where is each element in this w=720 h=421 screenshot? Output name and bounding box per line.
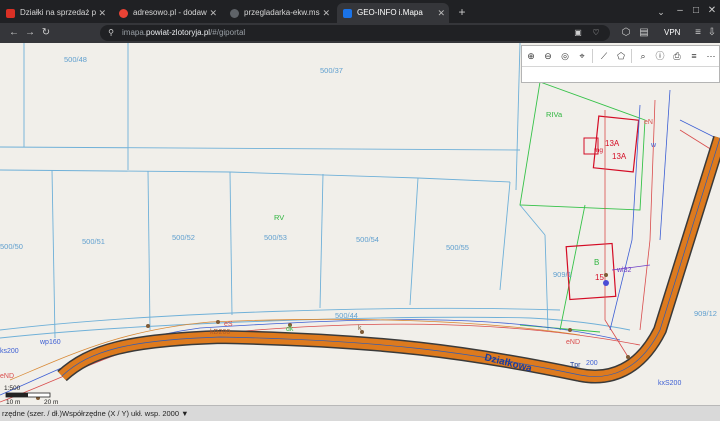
reload-icon[interactable]: ↻ [38, 25, 54, 41]
utility-label: 200 [586, 360, 598, 367]
map-background [0, 43, 720, 420]
browser-toolbar: ← → ↻ ⚲ imapa.powiat-zlotoryja.pl/#/gipo… [0, 23, 720, 43]
tab-dzialki[interactable]: Działki na sprzedaż powiat złot ✕ [0, 3, 110, 23]
bookmark-icon[interactable]: ♡ [588, 25, 604, 41]
building-code: mg [594, 147, 603, 154]
utility-label: k [358, 325, 362, 332]
browser-tab-bar: Działki na sprzedaż powiat złot ✕ adreso… [0, 0, 720, 23]
close-tab-icon[interactable]: ✕ [209, 3, 217, 23]
maximize-icon[interactable]: □ [688, 3, 704, 19]
tab-adresowo[interactable]: adresowo.pl - dodawanie bezpł ✕ [113, 3, 221, 23]
url-text: imapa.powiat-zlotoryja.pl/#/giportal [122, 28, 246, 37]
parcel-label[interactable]: 500/37 [320, 66, 343, 75]
parcel-label[interactable]: 909/12 [694, 309, 717, 318]
toolbar-separator [592, 49, 593, 63]
utility-label: wl32 [616, 267, 632, 274]
toolbar-separator [631, 49, 632, 63]
utility-label: eND [0, 373, 14, 380]
utility-label: eND [566, 339, 580, 346]
layers-icon[interactable]: ≡ [687, 49, 701, 63]
utility-label: dk [286, 326, 294, 333]
map-toolbar: ⊕ ⊖ ◎ ⌖ ⟋ ⬠ ⌕ ⓘ ⎙ ≡ ⋯ [521, 45, 720, 83]
close-tab-icon[interactable]: ✕ [322, 3, 330, 23]
download-icon[interactable]: ⇩ [704, 25, 720, 41]
utility-label: wp160 [39, 339, 61, 346]
vpn-badge[interactable]: VPN [664, 25, 680, 41]
parcel-label[interactable]: 909/1 [553, 270, 572, 279]
print-icon[interactable]: ⎙ [670, 49, 684, 63]
street-suffix-label: Tpr [570, 362, 581, 369]
zoom-in-icon[interactable]: ⊕ [524, 49, 538, 63]
info-icon[interactable]: ⓘ [653, 49, 667, 63]
map-canvas[interactable]: 500/48 500/37 500/50 500/51 500/52 500/5… [0, 43, 720, 420]
parcel-label[interactable]: 500/51 [82, 237, 105, 246]
building-number: 13A [605, 139, 620, 148]
parcel-label[interactable]: 500/48 [64, 55, 87, 64]
measure-line-icon[interactable]: ⟋ [597, 49, 611, 63]
address-bar[interactable]: ⚲ imapa.powiat-zlotoryja.pl/#/giportal ▣… [100, 25, 610, 41]
back-icon[interactable]: ← [6, 25, 22, 41]
utility-label: ks200 [0, 348, 19, 355]
measure-area-icon[interactable]: ⬠ [614, 49, 628, 63]
landuse-label: RV [274, 213, 284, 222]
scale-ratio: 1:500 [4, 385, 21, 392]
utility-label: w [650, 142, 657, 149]
close-tab-icon[interactable]: ✕ [98, 3, 106, 23]
parcel-label[interactable]: 500/53 [264, 233, 287, 242]
minimize-icon[interactable]: – [672, 3, 688, 19]
screenshot-icon[interactable]: ▣ [570, 25, 586, 41]
parcel-label[interactable]: 500/50 [0, 242, 23, 251]
forward-icon[interactable]: → [22, 25, 38, 41]
parcel-label[interactable]: 500/55 [446, 243, 469, 252]
parcel-label[interactable]: 500/52 [172, 233, 195, 242]
extensions-icon[interactable]: ⬡ [618, 25, 634, 41]
building-number: 15 [595, 273, 604, 282]
parcel-label[interactable]: 500/54 [356, 235, 379, 244]
building-label: B [594, 258, 599, 267]
building-label: 13A [612, 152, 627, 161]
landuse-label: RIVa [546, 110, 563, 119]
close-tab-icon[interactable]: ✕ [437, 3, 445, 23]
tab-search-icon[interactable]: ⌄ [654, 5, 668, 19]
site-info-icon[interactable]: ⚲ [103, 25, 119, 41]
tab-ekw[interactable]: przegladarka-ekw.ms.gov.pl/eu ✕ [224, 3, 334, 23]
map-status-bar: rzędne (szer. / dł.) Współrzędne (X / Y)… [0, 405, 720, 421]
wallet-icon[interactable]: ▤ [636, 25, 652, 41]
favicon-icon [6, 9, 15, 18]
coordinate-system-dropdown[interactable]: Współrzędne (X / Y) ukł. wsp. 2000 ▼ [62, 406, 189, 421]
favicon-icon [343, 9, 352, 18]
coords-label: rzędne (szer. / dł.) [2, 409, 63, 418]
parcel-label[interactable]: 500/44 [335, 311, 358, 320]
tab-geo-info[interactable]: GEO-INFO i.Mapa ✕ [337, 3, 449, 23]
utility-label: kxS200 [658, 380, 681, 387]
favicon-icon [230, 9, 239, 18]
locate-icon[interactable]: ⌖ [575, 49, 589, 63]
search-icon[interactable]: ⌕ [636, 49, 650, 63]
utility-label: eS [224, 321, 233, 328]
new-tab-button[interactable]: + [454, 3, 470, 21]
close-window-icon[interactable]: ✕ [704, 3, 720, 19]
utility-label: kD200 [210, 329, 230, 336]
favicon-icon [119, 9, 128, 18]
settings-icon[interactable]: ⋯ [704, 49, 718, 63]
zoom-out-icon[interactable]: ⊖ [541, 49, 555, 63]
utility-label: eN [644, 119, 653, 126]
zoom-extent-icon[interactable]: ◎ [558, 49, 572, 63]
map-toolbar-secondary-row [522, 66, 719, 83]
